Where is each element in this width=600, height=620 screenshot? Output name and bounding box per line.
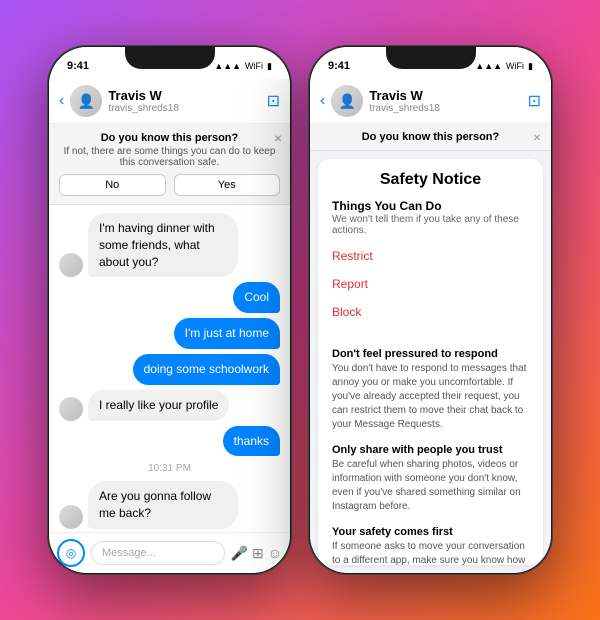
- video-button-left[interactable]: ⊡: [267, 91, 280, 111]
- restrict-link[interactable]: Restrict: [332, 246, 529, 266]
- msg-bubble-outgoing: thanks: [223, 426, 280, 457]
- input-icons: 🎤 ⊞ ☺: [231, 545, 282, 562]
- timestamp: 10:31 PM: [59, 463, 280, 474]
- back-button-left[interactable]: ‹: [59, 92, 64, 110]
- chat-header-right: ‹ 👤 Travis W travis_shreds18 ⊡: [310, 79, 551, 124]
- close-know-bar[interactable]: ×: [533, 129, 541, 145]
- contact-username-right: travis_shreds18: [369, 103, 521, 114]
- yes-button[interactable]: Yes: [174, 174, 281, 196]
- things-you-can-do-section: Things You Can Do We won't tell them if …: [332, 199, 529, 236]
- dont-respond-title: Don't feel pressured to respond: [332, 348, 529, 360]
- message-input[interactable]: Message...: [91, 541, 225, 565]
- table-row: I really like your profile: [59, 390, 280, 421]
- wifi-icon: WiFi: [506, 61, 524, 71]
- chat-header-left: ‹ 👤 Travis W travis_shreds18 ⊡: [49, 79, 290, 124]
- safety-first-section: Your safety comes first If someone asks …: [332, 526, 529, 565]
- gif-icon[interactable]: ⊞: [252, 545, 264, 562]
- mic-icon[interactable]: 🎤: [231, 545, 248, 562]
- msg-bubble-incoming: I really like your profile: [88, 390, 229, 421]
- camera-button[interactable]: ◎: [57, 539, 85, 567]
- things-title: Things You Can Do: [332, 199, 529, 213]
- signal-icon: ▲▲▲: [475, 61, 502, 71]
- msg-bubble-outgoing: Cool: [233, 282, 280, 313]
- contact-name-right: Travis W: [369, 88, 521, 104]
- avatar-image-left: 👤: [70, 85, 102, 117]
- know-person-bar: Do you know this person? ×: [310, 124, 551, 151]
- safety-banner-buttons: No Yes: [59, 174, 280, 196]
- left-phone: 9:41 ▲▲▲ WiFi ▮ ‹ 👤 Travis W travis_shre…: [47, 45, 292, 575]
- block-link[interactable]: Block: [332, 302, 529, 322]
- msg-bubble-outgoing: I'm just at home: [174, 318, 280, 349]
- status-bar-right: 9:41 ▲▲▲ WiFi ▮: [310, 47, 551, 79]
- status-time-right: 9:41: [328, 60, 350, 72]
- avatar-sm: [59, 253, 83, 277]
- report-link[interactable]: Report: [332, 274, 529, 294]
- safety-first-text: If someone asks to move your conversatio…: [332, 540, 529, 565]
- contact-name-left: Travis W: [108, 88, 260, 104]
- safety-notice-panel: Safety Notice Things You Can Do We won't…: [318, 159, 543, 565]
- dont-respond-section: Don't feel pressured to respond You don'…: [332, 348, 529, 432]
- avatar-sm: [59, 505, 83, 529]
- status-time-left: 9:41: [67, 60, 89, 72]
- msg-bubble-incoming: I'm having dinner with some friends, wha…: [88, 213, 238, 277]
- wifi-icon: WiFi: [245, 61, 263, 71]
- msg-bubble-outgoing: doing some schoolwork: [133, 354, 280, 385]
- signal-icon: ▲▲▲: [214, 61, 241, 71]
- messages-list-left: I'm having dinner with some friends, wha…: [49, 205, 290, 532]
- things-subtitle: We won't tell them if you take any of th…: [332, 214, 529, 236]
- table-row: thanks: [59, 426, 280, 457]
- safety-banner-left: × Do you know this person? If not, there…: [49, 124, 290, 205]
- msg-bubble-incoming: Are you gonna follow me back?: [88, 481, 238, 529]
- safety-banner-title: Do you know this person?: [59, 132, 280, 144]
- dont-respond-text: You don't have to respond to messages th…: [332, 362, 529, 432]
- contact-username-left: travis_shreds18: [108, 103, 260, 114]
- video-button-right[interactable]: ⊡: [528, 91, 541, 111]
- only-share-title: Only share with people you trust: [332, 444, 529, 456]
- header-info-right: Travis W travis_shreds18: [369, 88, 521, 115]
- status-bar-left: 9:41 ▲▲▲ WiFi ▮: [49, 47, 290, 79]
- message-input-bar: ◎ Message... 🎤 ⊞ ☺: [49, 532, 290, 573]
- safety-banner-subtitle: If not, there are some things you can do…: [59, 146, 280, 168]
- table-row: I'm just at home: [59, 318, 280, 349]
- avatar-right: 👤: [331, 85, 363, 117]
- avatar-sm: [59, 397, 83, 421]
- battery-icon: ▮: [528, 61, 533, 72]
- right-phone: 9:41 ▲▲▲ WiFi ▮ ‹ 👤 Travis W travis_shre…: [308, 45, 553, 575]
- avatar-image-right: 👤: [331, 85, 363, 117]
- sticker-icon[interactable]: ☺: [268, 545, 282, 562]
- safety-screen: Safety Notice Things You Can Do We won't…: [310, 151, 551, 573]
- notice-title: Safety Notice: [332, 171, 529, 189]
- table-row: I'm having dinner with some friends, wha…: [59, 213, 280, 277]
- table-row: doing some schoolwork: [59, 354, 280, 385]
- header-info-left: Travis W travis_shreds18: [108, 88, 260, 115]
- no-button[interactable]: No: [59, 174, 166, 196]
- know-person-text: Do you know this person?: [362, 131, 500, 143]
- table-row: Cool: [59, 282, 280, 313]
- avatar-left: 👤: [70, 85, 102, 117]
- status-icons-left: ▲▲▲ WiFi ▮: [214, 61, 272, 72]
- table-row: Are you gonna follow me back?: [59, 481, 280, 529]
- close-banner-left[interactable]: ×: [274, 130, 282, 146]
- battery-icon: ▮: [267, 61, 272, 72]
- status-icons-right: ▲▲▲ WiFi ▮: [475, 61, 533, 72]
- only-share-text: Be careful when sharing photos, videos o…: [332, 458, 529, 514]
- only-share-section: Only share with people you trust Be care…: [332, 444, 529, 514]
- safety-first-title: Your safety comes first: [332, 526, 529, 538]
- back-button-right[interactable]: ‹: [320, 92, 325, 110]
